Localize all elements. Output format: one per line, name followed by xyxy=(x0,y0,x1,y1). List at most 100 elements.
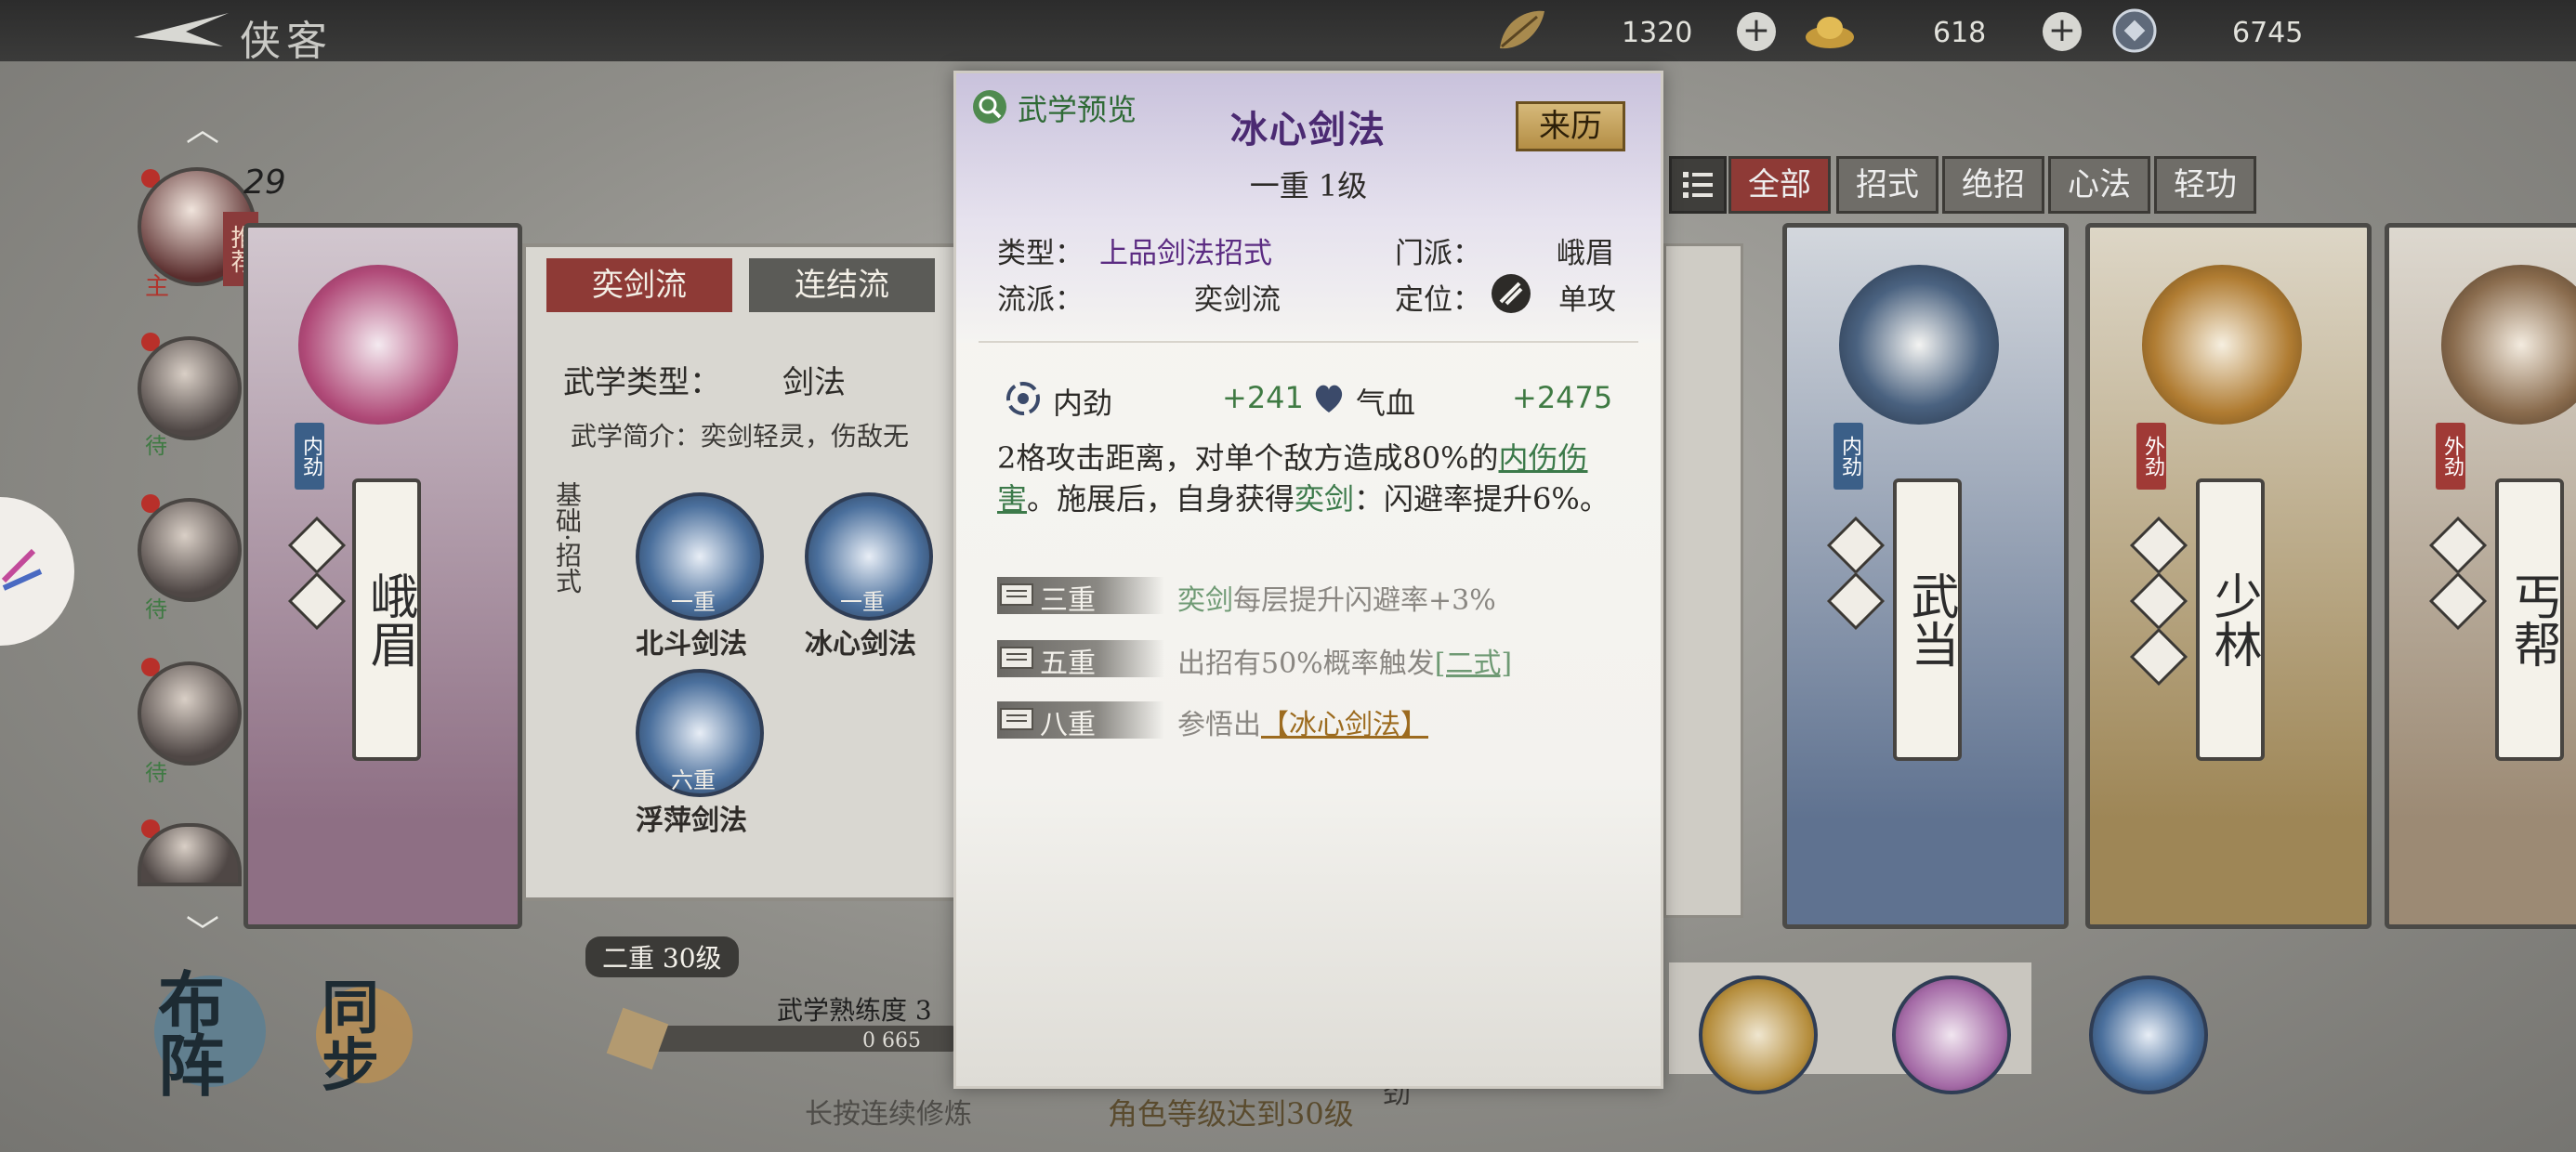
desc-text: 。施展后，自身获得 xyxy=(1027,481,1295,517)
leaf-icon xyxy=(1500,10,1544,49)
skill-icon[interactable] xyxy=(1892,975,2011,1094)
sync-button[interactable]: 同步 xyxy=(322,979,405,1094)
heart-icon xyxy=(1315,385,1343,412)
rune-icon xyxy=(2129,571,2188,631)
level-requirement: 角色等级达到30级 xyxy=(1108,1096,1354,1132)
sect-card-wudang[interactable]: 内劲 武当 xyxy=(1782,223,2069,929)
skill-rank: 六重 xyxy=(671,767,716,793)
rune-icon xyxy=(1826,571,1886,631)
rune-icon xyxy=(2428,571,2488,631)
sect-card-shaolin[interactable]: 外劲 少林 xyxy=(2085,223,2372,929)
idle-badge: 待 xyxy=(145,760,167,786)
tier-effect: 奕剑每层提升闪避率+3% xyxy=(1177,577,1496,618)
scroll-tier-icon xyxy=(1000,647,1033,669)
tab-flow-yijian[interactable]: 奕剑流 xyxy=(546,258,732,312)
tab-lightness[interactable]: 轻功 xyxy=(2154,156,2256,214)
stat-value: +2475 xyxy=(1512,380,1613,415)
sect-type-tag: 内劲 xyxy=(295,423,324,490)
sect-value: 峨眉 xyxy=(1557,237,1614,270)
skill-name: 浮萍剑法 xyxy=(636,805,747,837)
character-avatar[interactable] xyxy=(138,498,242,602)
scroll-up-icon[interactable]: ︿ xyxy=(186,102,219,151)
tier-text: 每层提升闪避率+3% xyxy=(1233,584,1496,617)
skill-preview-modal: 武学预览 冰心剑法 来历 一重 1级 类型： 上品剑法招式 门派： 峨眉 流派：… xyxy=(953,71,1663,1089)
sect-type-tag: 内劲 xyxy=(1833,423,1863,490)
rune-icon xyxy=(1826,516,1886,575)
formation-button[interactable]: 布阵 xyxy=(158,970,260,1100)
rune-icon xyxy=(287,571,347,631)
tier-text: 出招有50%概率触发 xyxy=(1177,648,1435,680)
type-value: 上品剑法招式 xyxy=(1099,237,1272,270)
type-label: 类型： xyxy=(997,237,1084,270)
skill-column-partial xyxy=(1663,243,1743,918)
character-avatar[interactable] xyxy=(138,661,242,766)
position-label: 定位： xyxy=(1395,283,1481,317)
brush-icon xyxy=(1,548,43,591)
rune-icon xyxy=(2129,516,2188,575)
tier-label: 五重 xyxy=(1040,648,1096,680)
add-leaf-button[interactable]: + xyxy=(1737,12,1776,51)
tier-label: 八重 xyxy=(1040,709,1096,741)
add-gold-button[interactable]: + xyxy=(2043,12,2082,51)
martial-type-label: 武学类型： xyxy=(563,364,721,401)
tab-ultimate[interactable]: 绝招 xyxy=(1942,156,2044,214)
gold-ingot-icon xyxy=(1806,17,1854,48)
sect-card-emei[interactable]: 内劲 峨眉 xyxy=(243,223,522,929)
martial-intro: 武学简介：奕剑轻灵，伤敌无 xyxy=(571,421,910,452)
modal-divider xyxy=(979,341,1638,343)
stat-name: 气血 xyxy=(1356,386,1416,421)
tier-text: 参悟出 xyxy=(1177,709,1261,741)
desc-text: ：闪避率提升6%。 xyxy=(1354,481,1610,517)
stat-value: +241 xyxy=(1222,380,1304,415)
character-avatar[interactable] xyxy=(138,336,242,440)
sect-name-banner: 峨眉 xyxy=(352,478,421,761)
section-label: 基础·招式 xyxy=(552,481,583,594)
skill-rank: 一重 xyxy=(671,589,716,615)
position-value: 单攻 xyxy=(1558,283,1616,317)
prayer-hands-emblem-icon xyxy=(2142,265,2302,425)
tab-moves[interactable]: 招式 xyxy=(1836,156,1939,214)
tier-effect: 参悟出【冰心剑法】 xyxy=(1177,701,1428,742)
main-badge: 主 xyxy=(145,273,170,301)
tier-link[interactable]: [二式] xyxy=(1435,648,1512,680)
skill-icon[interactable] xyxy=(2089,975,2208,1094)
tab-flow-lianjie[interactable]: 连结流 xyxy=(749,258,935,312)
skill-description: 2格攻击距离，对单个敌方造成80%的内伤伤害。施展后，自身获得奕剑：闪避率提升6… xyxy=(997,438,1629,519)
tier-effect: 出招有50%概率触发[二式] xyxy=(1177,640,1512,681)
desc-keyword: 奕剑 xyxy=(1295,481,1355,517)
sect-name-banner: 武当 xyxy=(1893,478,1962,761)
coin-icon xyxy=(2112,8,2157,53)
scroll-tier-icon xyxy=(1000,583,1033,606)
stat-name: 内劲 xyxy=(1053,386,1113,421)
scroll-down-icon[interactable]: ﹀ xyxy=(186,906,219,954)
bottom-rank-badge: 二重 30级 xyxy=(585,936,739,977)
idle-badge: 待 xyxy=(145,596,167,622)
list-view-icon[interactable] xyxy=(1669,156,1727,214)
rank-level: 一重 1级 xyxy=(1249,168,1368,203)
rune-icon xyxy=(287,516,347,575)
tier-link[interactable]: 【冰心剑法】 xyxy=(1261,709,1428,741)
tier-keyword: 奕剑 xyxy=(1177,584,1233,617)
swirl-icon xyxy=(1006,382,1040,415)
martial-type-value: 剑法 xyxy=(782,364,846,401)
sect-type-tag: 外劲 xyxy=(2436,423,2465,490)
skill-rank: 一重 xyxy=(840,589,885,615)
back-arrow-icon[interactable] xyxy=(130,9,232,50)
flow-value: 奕剑流 xyxy=(1194,283,1281,317)
scroll-tier-icon xyxy=(1000,708,1033,730)
tier-label: 三重 xyxy=(1040,584,1096,617)
sect-label: 门派： xyxy=(1395,237,1481,270)
tab-mental[interactable]: 心法 xyxy=(2048,156,2150,214)
sect-card-gaibang[interactable]: 外劲 丐帮 xyxy=(2385,223,2576,929)
gourd-emblem-icon xyxy=(2441,265,2576,425)
lotus-emblem-icon xyxy=(298,265,458,425)
flow-label: 流派： xyxy=(997,283,1084,317)
skill-icon[interactable] xyxy=(1699,975,1818,1094)
top-bar xyxy=(0,0,2576,61)
sect-type-tag: 外劲 xyxy=(2136,423,2166,490)
origin-button[interactable]: 来历 xyxy=(1516,101,1625,151)
sect-name-banner: 少林 xyxy=(2196,478,2265,761)
skill-name: 北斗剑法 xyxy=(636,628,747,661)
tab-all[interactable]: 全部 xyxy=(1728,156,1831,214)
proficiency-value: 0 665 xyxy=(862,1029,921,1053)
